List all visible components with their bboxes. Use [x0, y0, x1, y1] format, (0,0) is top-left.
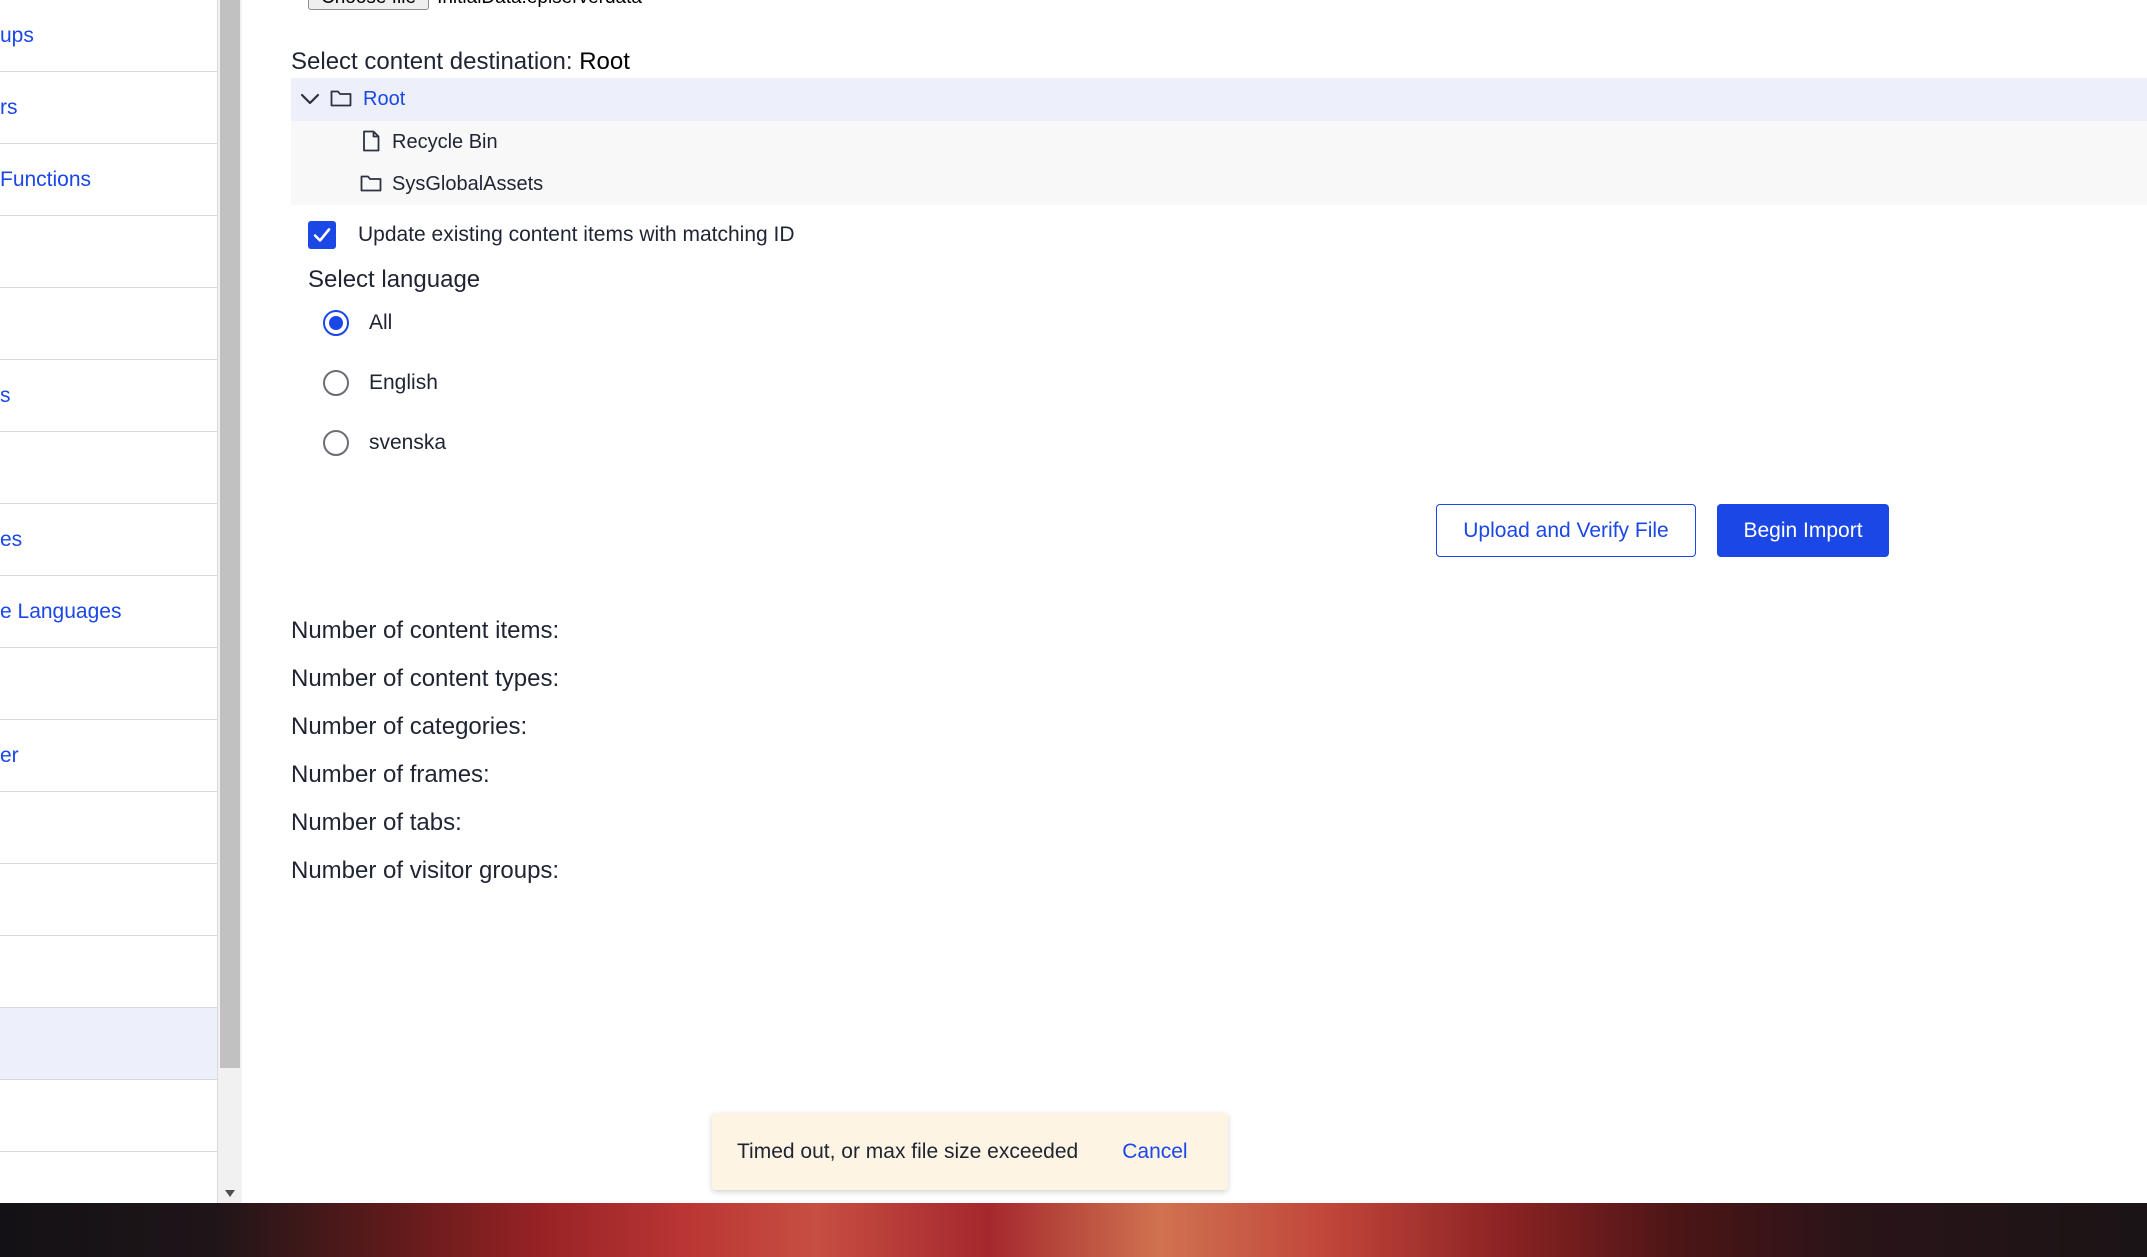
radio-label: English — [369, 371, 438, 394]
sidebar-item[interactable]: rs — [0, 72, 217, 144]
stat-categories: Number of categories: — [291, 713, 528, 740]
import-stats: Number of content items: Number of conte… — [291, 607, 559, 895]
update-existing-checkbox[interactable] — [308, 221, 336, 249]
file-picker: Choose file InitialData.episerverdata — [308, 0, 642, 10]
scrollbar-thumb[interactable] — [220, 0, 240, 1068]
stat-frames: Number of frames: — [291, 761, 490, 788]
sidebar-item-label: s — [0, 383, 11, 407]
stat-tabs: Number of tabs: — [291, 809, 462, 836]
chevron-down-icon[interactable] — [299, 88, 321, 110]
tree-node-label[interactable]: Recycle Bin — [392, 131, 498, 154]
checkmark-icon — [313, 228, 331, 242]
sidebar-item[interactable] — [0, 1080, 217, 1152]
selected-file-name: InitialData.episerverdata — [437, 0, 642, 9]
sidebar-scrollbar[interactable] — [218, 0, 242, 1203]
sidebar-item-label: rs — [0, 95, 18, 119]
tree-node-label[interactable]: Root — [363, 88, 405, 111]
sidebar-item[interactable]: s — [0, 360, 217, 432]
sidebar-item[interactable]: es — [0, 504, 217, 576]
destination-value: Root — [579, 48, 630, 75]
sidebar-item-label: es — [0, 527, 23, 551]
sidebar-item-label: Functions — [0, 167, 92, 191]
sidebar-item[interactable] — [0, 936, 217, 1008]
stat-content-types: Number of content types: — [291, 665, 560, 692]
radio-english[interactable] — [323, 370, 349, 396]
file-icon — [363, 130, 380, 152]
main-content: Choose file InitialData.episerverdata Se… — [243, 0, 2147, 1203]
radio-label: All — [369, 311, 393, 334]
scroll-down-arrow-icon[interactable] — [225, 1190, 235, 1197]
sidebar-item[interactable] — [0, 864, 217, 936]
sidebar-item-label: ups — [0, 23, 34, 47]
stat-content-items: Number of content items: — [291, 617, 560, 644]
destination-label: Select content destination: — [291, 48, 573, 75]
update-existing-label: Update existing content items with match… — [358, 223, 795, 246]
tree-node-sysglobalassets[interactable]: SysGlobalAssets — [291, 163, 2147, 205]
sidebar-nav: ups rs Functions s es e Languages er — [0, 0, 218, 1203]
language-option-all[interactable]: All — [323, 310, 392, 336]
sidebar-list: ups rs Functions s es e Languages er — [0, 0, 217, 1152]
radio-svenska[interactable] — [323, 430, 349, 456]
radio-all[interactable] — [323, 310, 349, 336]
destination-heading: Select content destination: Root — [291, 48, 630, 76]
toast-message: Timed out, or max file size exceeded — [737, 1139, 1079, 1163]
folder-icon — [330, 90, 352, 107]
sidebar-item-active[interactable] — [0, 1008, 217, 1080]
content-tree: Root Recycle Bin SysGlobalAssets — [291, 78, 2147, 205]
sidebar-item[interactable]: Functions — [0, 144, 217, 216]
update-existing-option: Update existing content items with match… — [308, 221, 795, 249]
desktop-wallpaper — [0, 1203, 2147, 1257]
sidebar-item[interactable] — [0, 288, 217, 360]
sidebar-item[interactable] — [0, 648, 217, 720]
language-option-svenska[interactable]: svenska — [323, 430, 446, 456]
toast-cancel-button[interactable]: Cancel — [1122, 1140, 1187, 1164]
folder-icon — [360, 175, 382, 192]
radio-label: svenska — [369, 431, 447, 454]
tree-node-recycle-bin[interactable]: Recycle Bin — [291, 121, 2147, 163]
sidebar-item[interactable]: ups — [0, 0, 217, 72]
sidebar-item[interactable]: e Languages — [0, 576, 217, 648]
sidebar-item-label: e Languages — [0, 599, 122, 623]
error-toast: Timed out, or max file size exceeded Can… — [712, 1113, 1228, 1190]
language-option-english[interactable]: English — [323, 370, 438, 396]
radio-selected-dot — [329, 316, 343, 330]
stat-visitor-groups: Number of visitor groups: — [291, 857, 560, 884]
sidebar-item[interactable] — [0, 792, 217, 864]
sidebar-item-label: er — [0, 743, 19, 767]
begin-import-button[interactable]: Begin Import — [1717, 504, 1889, 557]
tree-node-label[interactable]: SysGlobalAssets — [392, 173, 543, 196]
choose-file-button[interactable]: Choose file — [308, 0, 430, 10]
sidebar-item[interactable] — [0, 432, 217, 504]
upload-verify-button[interactable]: Upload and Verify File — [1436, 504, 1696, 557]
sidebar-item[interactable] — [0, 216, 217, 288]
language-heading: Select language — [308, 266, 481, 293]
sidebar-item[interactable]: er — [0, 720, 217, 792]
tree-node-root[interactable]: Root — [291, 78, 2147, 121]
